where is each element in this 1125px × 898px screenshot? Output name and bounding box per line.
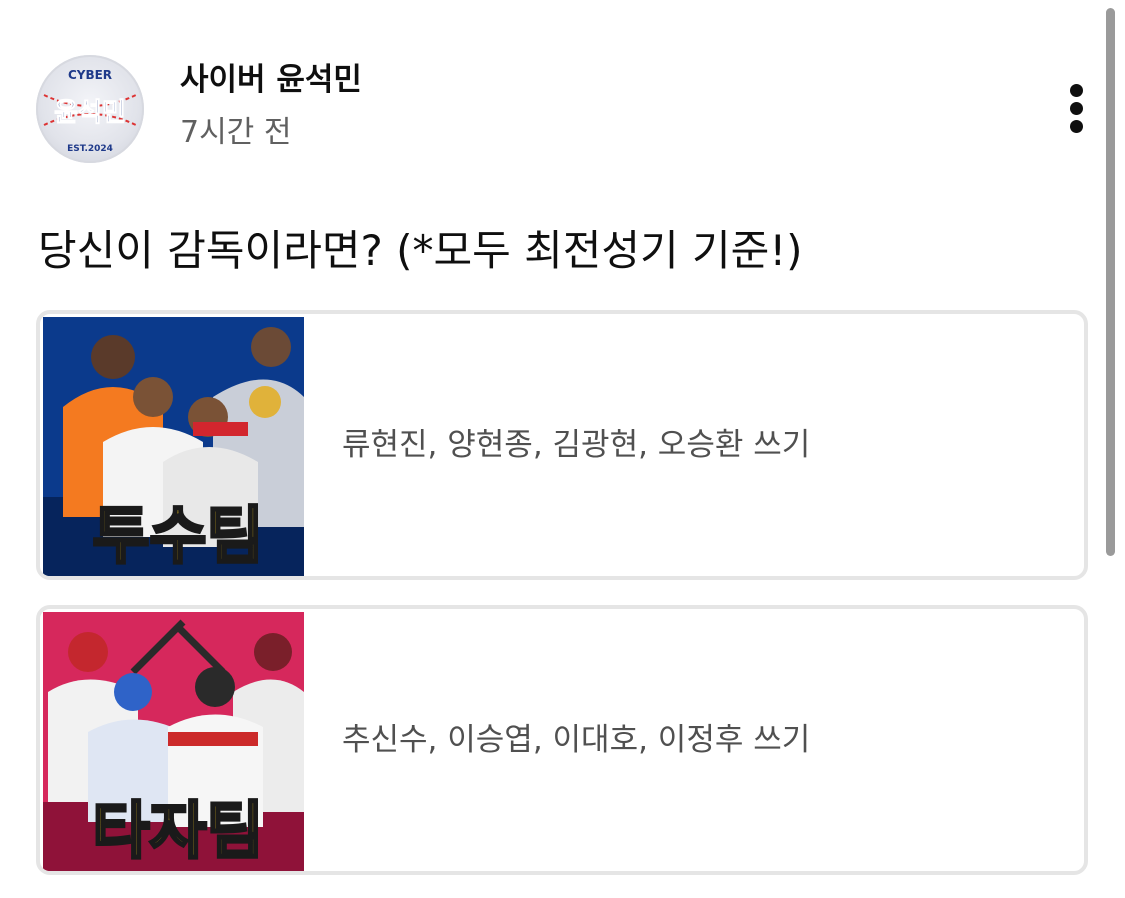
- option-thumbnail-hitters: 타자팀: [43, 612, 304, 871]
- poll-option-pitchers[interactable]: 투수팀 류현진, 양현종, 김광현, 오승환 쓰기: [36, 310, 1088, 580]
- post-time: 7시간 전: [180, 115, 292, 150]
- avatar-logo-text: 윤석민: [54, 98, 126, 128]
- option-thumbnail-pitchers: 투수팀: [43, 317, 304, 576]
- avatar-top-text: CYBER: [68, 68, 112, 82]
- thumbnail-title: 타자팀: [92, 794, 263, 867]
- avatar-bottom-text: EST.2024: [67, 144, 113, 154]
- post-page: CYBER 윤석민 EST.2024 사이버 윤석민 7시간 전 당신이 감독이…: [0, 0, 1125, 898]
- more-dot: [1070, 102, 1083, 115]
- channel-name[interactable]: 사이버 윤석민: [180, 58, 362, 102]
- poll-question: 당신이 감독이라면? (*모두 최전성기 기준!): [38, 226, 803, 275]
- option-label: 추신수, 이승엽, 이대호, 이정후 쓰기: [342, 722, 811, 758]
- scrollbar[interactable]: [1106, 8, 1115, 556]
- more-vert-icon[interactable]: [1056, 80, 1098, 136]
- thumbnail-title: 투수팀: [92, 499, 263, 572]
- poll-option-hitters[interactable]: 타자팀 추신수, 이승엽, 이대호, 이정후 쓰기: [36, 605, 1088, 875]
- more-dot: [1070, 84, 1083, 97]
- more-dot: [1070, 120, 1083, 133]
- channel-avatar[interactable]: CYBER 윤석민 EST.2024: [36, 55, 144, 163]
- option-label: 류현진, 양현종, 김광현, 오승환 쓰기: [342, 427, 811, 463]
